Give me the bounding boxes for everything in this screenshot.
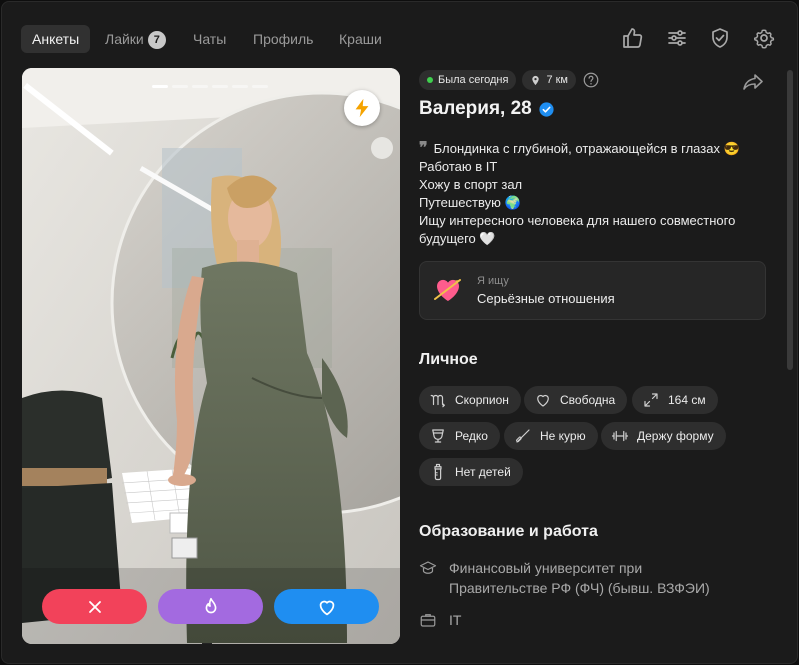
status-row: Была сегодня 7 км (419, 70, 600, 90)
no-smoking-icon (516, 429, 530, 443)
chip-label: Не курю (540, 429, 586, 443)
action-buttons (42, 589, 380, 624)
last-seen-text: Была сегодня (438, 74, 509, 86)
university-line: Правительстве РФ (ФЧ) (бывш. ВЗФЭИ) (449, 580, 710, 596)
glass-icon (432, 429, 444, 443)
online-status-badge: Была сегодня (419, 70, 517, 90)
photo-image (22, 68, 400, 644)
tab-chats-label: Чаты (193, 31, 227, 47)
tab-crushes-label: Краши (339, 31, 382, 47)
chip-fitness: Держу форму (601, 422, 726, 450)
chip-label: Свободна (560, 393, 616, 407)
seeking-value: Серьёзные отношения (477, 291, 615, 306)
photo-pager-dot[interactable] (212, 85, 228, 88)
chip-label: Скорпион (455, 393, 509, 407)
seeking-card: Я ищу Серьёзные отношения (419, 261, 766, 320)
bio-text: Блондинка с глубиной, отражающейся в гла… (433, 141, 740, 156)
quote-icon: ❞ (419, 138, 428, 157)
shield-check-icon[interactable] (708, 26, 732, 50)
tab-crushes[interactable]: Краши (328, 25, 393, 53)
profile-name: Валерия, 28 (419, 98, 555, 120)
distance-badge: 7 км (522, 70, 576, 90)
profile-photo[interactable] (22, 68, 400, 644)
chip-label: Редко (455, 429, 488, 443)
chip-label: Нет детей (455, 465, 511, 479)
boost-button[interactable] (344, 90, 380, 126)
location-pin-icon (532, 75, 540, 85)
profile-details: Была сегодня 7 км Валерия, 28 ❞ Блондинка… (419, 68, 769, 663)
dislike-button[interactable] (42, 589, 147, 624)
tab-chats[interactable]: Чаты (182, 25, 237, 53)
heart-outline-icon (537, 394, 549, 407)
scorpio-icon (430, 394, 445, 408)
university-text: Финансовый университет при Правительстве… (449, 558, 710, 598)
seeking-label: Я ищу (477, 275, 509, 287)
bio-line: будущего 🤍 (419, 231, 496, 246)
thumbs-up-icon[interactable] (621, 26, 645, 50)
education-job: IT (419, 610, 461, 630)
flame-icon (205, 597, 216, 613)
chip-zodiac: Скорпион (419, 386, 521, 414)
chip-label: Держу форму (637, 429, 714, 443)
personal-section-title: Личное (419, 351, 478, 368)
tab-profiles[interactable]: Анкеты (21, 25, 91, 53)
chip-relationship: Свободна (524, 386, 628, 414)
photo-pager-dot[interactable] (192, 85, 208, 88)
photo-pager-dot[interactable] (172, 85, 188, 88)
verified-icon (539, 101, 554, 117)
chip-height: 164 см (632, 386, 718, 414)
education-university: Финансовый университет при Правительстве… (419, 558, 710, 598)
app-window: Анкеты Лайки 7 Чаты Профиль Краши Была с… (1, 1, 798, 664)
chip-alcohol: Редко (419, 422, 500, 450)
name-age-text: Валерия, 28 (419, 98, 532, 119)
photo-pager-dot[interactable] (232, 85, 248, 88)
like-button[interactable] (274, 589, 379, 624)
bio-line: ❞ Блондинка с глубиной, отражающейся в гл… (419, 139, 769, 158)
tab-profiles-label: Анкеты (32, 31, 80, 47)
heart-icon (319, 600, 334, 615)
gear-icon[interactable] (752, 26, 776, 50)
distance-text: 7 км (546, 74, 568, 86)
superlike-button[interactable] (158, 589, 263, 624)
help-icon[interactable] (582, 71, 600, 89)
photo-pager-dot[interactable] (252, 85, 268, 88)
chip-label: 164 см (668, 393, 706, 407)
baby-bottle-icon (434, 463, 442, 481)
photo-pager-dot[interactable] (152, 85, 168, 88)
likes-count-badge: 7 (147, 31, 166, 49)
tab-likes[interactable]: Лайки 7 (94, 25, 177, 53)
graduation-cap-icon (419, 561, 437, 574)
scrollbar[interactable] (787, 70, 793, 370)
bio-line: Работаю в IT (419, 159, 498, 174)
height-icon (644, 393, 658, 407)
share-icon[interactable] (741, 70, 765, 94)
photo-pager (152, 85, 268, 88)
chip-smoking: Не курю (504, 422, 598, 450)
university-line: Финансовый университет при (449, 560, 643, 576)
chip-children: Нет детей (419, 458, 523, 486)
tab-profile-label: Профиль (253, 31, 314, 47)
briefcase-icon (420, 614, 436, 627)
top-navigation: Анкеты Лайки 7 Чаты Профиль Краши (2, 2, 797, 58)
education-section-title: Образование и работа (419, 523, 598, 540)
profile-bio: ❞ Блондинка с глубиной, отражающейся в гл… (419, 139, 769, 248)
close-icon (88, 600, 101, 613)
cupid-heart-icon (434, 279, 461, 301)
tab-profile[interactable]: Профиль (242, 25, 324, 53)
sliders-icon[interactable] (665, 26, 689, 50)
bio-line: Хожу в спорт зал (419, 177, 523, 192)
dumbbell-icon (611, 430, 629, 442)
tab-likes-label: Лайки (105, 31, 144, 47)
job-text: IT (449, 612, 462, 628)
bio-line: Путешествую 🌍 (419, 195, 521, 210)
bio-line: Ищу интересного человека для нашего совм… (419, 213, 736, 228)
lightning-icon (355, 98, 369, 118)
online-dot-icon (427, 77, 433, 83)
